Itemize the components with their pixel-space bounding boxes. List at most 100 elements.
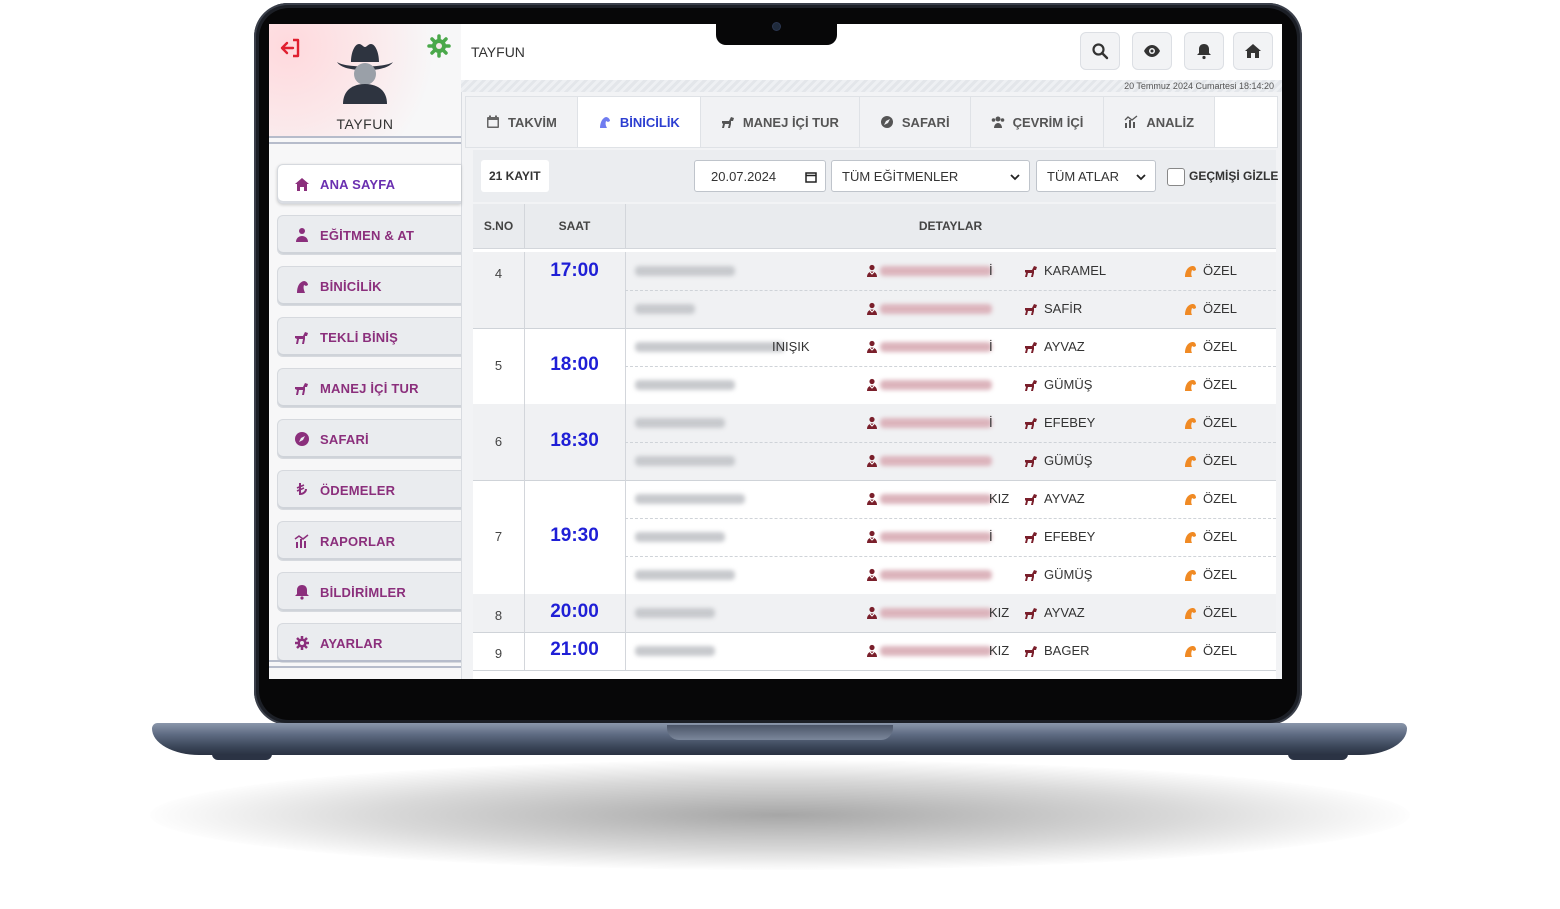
logout-icon[interactable]	[279, 36, 303, 60]
rider-name-redacted	[635, 494, 745, 504]
column-divider	[524, 204, 525, 248]
sidebar-item-odemeler[interactable]: ÖDEMELER	[277, 470, 461, 510]
notifications-button[interactable]	[1184, 32, 1224, 70]
tab-manej-ici-tur[interactable]: MANEJ İÇİ TUR	[700, 97, 860, 147]
session-row[interactable]: GÜMÜŞ ÖZEL	[625, 556, 1276, 594]
rider-name-redacted	[635, 646, 715, 656]
horse-name: EFEBEY	[1044, 415, 1096, 430]
horse-icon	[1024, 454, 1038, 468]
search-icon	[1092, 43, 1109, 60]
tab-safari[interactable]: SAFARİ	[859, 97, 971, 147]
instructor-icon	[865, 302, 879, 316]
sidebar-item-raporlar[interactable]: RAPORLAR	[277, 521, 461, 561]
time-slot: 21:00	[550, 639, 599, 660]
home-button[interactable]	[1233, 32, 1273, 70]
instructor-name-suffix: KIZ	[989, 491, 1010, 506]
bell-icon	[295, 585, 309, 600]
session-row[interactable]: GÜMÜŞ ÖZEL	[625, 442, 1276, 480]
sidebar-item-manej-ici-tur[interactable]: MANEJ İÇİ TUR	[277, 368, 461, 408]
page-title: TAYFUN	[471, 44, 525, 60]
session-row[interactable]: GÜMÜŞ ÖZEL	[625, 366, 1276, 404]
horse-icon	[1024, 530, 1038, 544]
schedule-table: S.NO SAAT DETAYLAR 4 17:00 İ KARAMEL ÖZEL SAF…	[473, 204, 1276, 679]
table-row-group[interactable]: 6 18:30 İ EFEBEY ÖZEL GÜMÜŞ ÖZEL	[473, 404, 1276, 481]
horse-icon	[721, 117, 734, 128]
date-value: 20.07.2024	[711, 168, 777, 184]
rider-name-redacted	[635, 532, 725, 542]
tab-binicilik[interactable]: BİNİCİLİK	[577, 97, 701, 147]
sidebar-item-ana-sayfa[interactable]: ANA SAYFA	[277, 164, 461, 204]
gear-icon	[295, 636, 309, 650]
time-slot: 20:00	[550, 601, 599, 622]
chart-icon	[294, 534, 309, 548]
date-input[interactable]: 20.07.2024	[694, 160, 826, 192]
instructor-icon	[865, 264, 879, 278]
session-type: ÖZEL	[1203, 377, 1237, 392]
sidebar-item-ayarlar[interactable]: AYARLAR	[277, 623, 461, 663]
session-row[interactable]: INIŞIK İ AYVAZ ÖZEL	[625, 328, 1276, 367]
session-row[interactable]: İ EFEBEY ÖZEL	[625, 404, 1276, 443]
compass-icon	[880, 116, 893, 128]
tab-cevrim-ici[interactable]: ÇEVRİM İÇİ	[970, 97, 1105, 147]
settings-gear-icon[interactable]	[427, 34, 451, 58]
divider	[269, 136, 461, 138]
table-row-group[interactable]: 9 21:00 KIZ BAGER ÖZEL	[473, 632, 1276, 671]
sidebar-item-tekli-binis[interactable]: TEKLİ BİNİŞ	[277, 317, 461, 357]
rider-name-redacted	[635, 570, 735, 580]
session-type: ÖZEL	[1203, 339, 1237, 354]
profile-name: TAYFUN	[336, 116, 394, 132]
session-row[interactable]: İ KARAMEL ÖZEL	[625, 252, 1276, 291]
cowboy-avatar-icon	[337, 44, 393, 104]
sidebar-item-binicilik[interactable]: BİNİCİLİK	[277, 266, 461, 306]
table-row-group[interactable]: 4 17:00 İ KARAMEL ÖZEL SAFİR ÖZEL	[473, 252, 1276, 329]
view-button[interactable]	[1132, 32, 1172, 70]
session-type: ÖZEL	[1203, 263, 1237, 278]
session-row[interactable]: KIZ BAGER ÖZEL	[625, 632, 1276, 670]
session-row[interactable]: İ EFEBEY ÖZEL	[625, 518, 1276, 557]
tab-label: TAKVİM	[508, 114, 557, 130]
sidebar: TAYFUN ANA SAYFA EĞİTMEN & AT BİNİCİLİK …	[269, 24, 462, 679]
rider-name-redacted	[635, 418, 725, 428]
sidebar-item-bildirimler[interactable]: BİLDİRİMLER	[277, 572, 461, 612]
sidebar-item-egitmen-at[interactable]: EĞİTMEN & AT	[277, 215, 461, 255]
row-number: 8	[494, 608, 503, 623]
time-slot: 19:30	[550, 525, 599, 546]
hide-past-checkbox[interactable]	[1167, 168, 1185, 186]
calendar-icon	[805, 172, 817, 183]
laptop-shadow	[150, 760, 1410, 870]
horse-icon	[1024, 302, 1038, 316]
horse-name: EFEBEY	[1044, 529, 1096, 544]
app-screen: TAYFUN ANA SAYFA EĞİTMEN & AT BİNİCİLİK …	[269, 24, 1282, 679]
filter-bar: 21 KAYIT 20.07.2024 TÜM EĞİTMENLER TÜM A…	[473, 150, 1278, 202]
instructor-select[interactable]: TÜM EĞİTMENLER	[831, 160, 1030, 192]
sidebar-item-label: BİLDİRİMLER	[320, 584, 406, 600]
horse-name: BAGER	[1044, 643, 1090, 658]
table-row-group[interactable]: 5 18:00 INIŞIK İ AYVAZ ÖZEL GÜMÜŞ ÖZEL	[473, 328, 1276, 405]
session-type-icon	[1183, 492, 1197, 506]
session-row[interactable]: KIZ AYVAZ ÖZEL	[625, 480, 1276, 519]
horse-select[interactable]: TÜM ATLAR	[1036, 160, 1156, 192]
table-row-group[interactable]: 7 19:30 KIZ AYVAZ ÖZEL İ EFEBEY ÖZEL GÜMÜŞ ÖZEL	[473, 480, 1276, 595]
horse-icon	[1024, 606, 1038, 620]
users-icon	[991, 116, 1004, 128]
sidebar-menu: ANA SAYFA EĞİTMEN & AT BİNİCİLİK TEKLİ B…	[277, 164, 461, 674]
sidebar-item-safari[interactable]: SAFARİ	[277, 419, 461, 459]
profile-card: TAYFUN	[269, 24, 461, 136]
instructor-name-redacted	[880, 608, 992, 618]
sidebar-item-label: EĞİTMEN & AT	[320, 227, 415, 243]
time-slot: 18:30	[550, 430, 599, 451]
instructor-select-value: TÜM EĞİTMENLER	[842, 168, 959, 184]
tab-analiz[interactable]: ANALİZ	[1104, 97, 1216, 147]
horse-icon	[1024, 340, 1038, 354]
tab-takvim[interactable]: TAKVİM	[466, 97, 578, 147]
session-type-icon	[1183, 340, 1197, 354]
instructor-name-redacted	[880, 532, 992, 542]
table-row-group[interactable]: 8 20:00 KIZ AYVAZ ÖZEL	[473, 594, 1276, 633]
rider-name-redacted	[635, 608, 715, 618]
session-row[interactable]: KIZ AYVAZ ÖZEL	[625, 594, 1276, 632]
session-type: ÖZEL	[1203, 453, 1237, 468]
search-button[interactable]	[1080, 32, 1120, 70]
session-row[interactable]: SAFİR ÖZEL	[625, 290, 1276, 328]
top-bar: TAYFUN	[461, 24, 1282, 81]
sidebar-item-label: ANA SAYFA	[320, 176, 396, 192]
